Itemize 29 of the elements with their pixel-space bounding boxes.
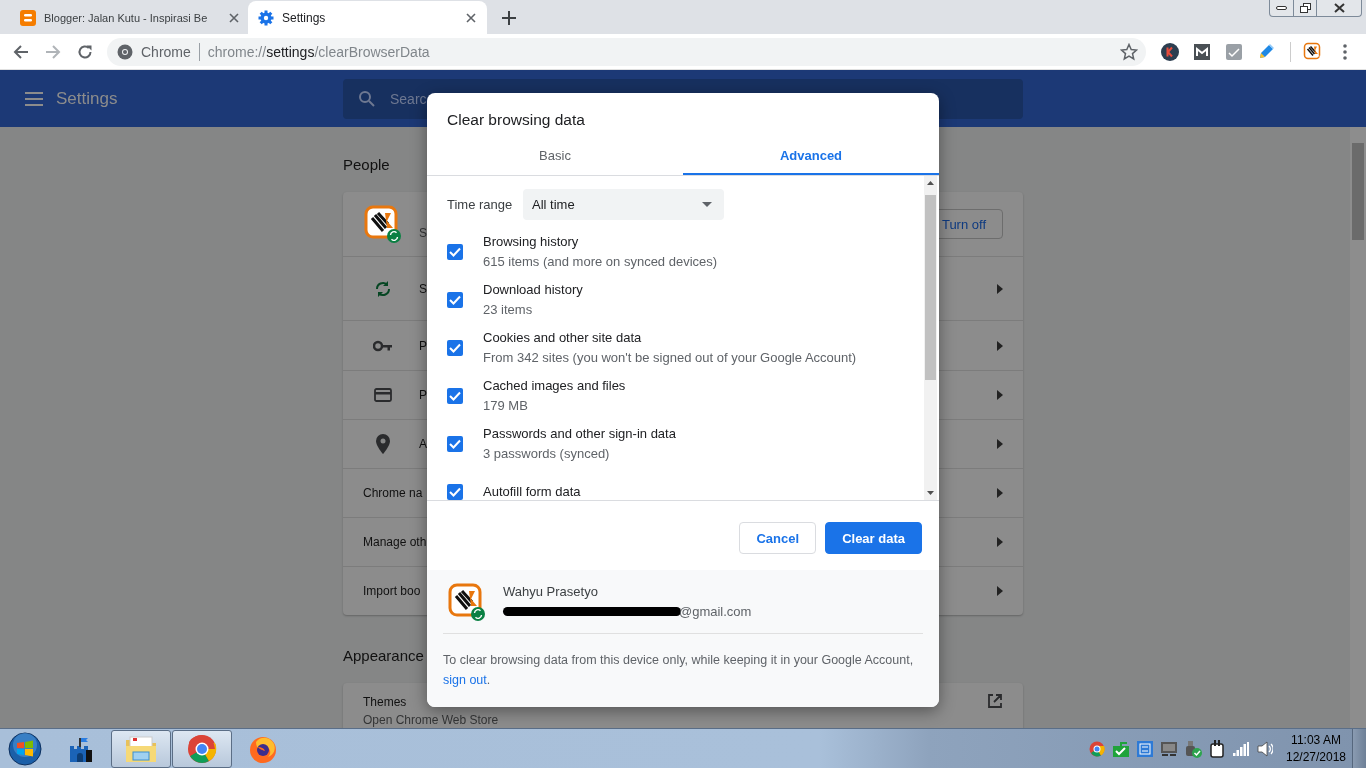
field-label: Time range — [447, 197, 514, 212]
setting-description: Open Chrome Web Store — [363, 712, 499, 728]
account-email: @gmail.com — [679, 602, 752, 621]
setting-label: Import boo — [363, 583, 421, 600]
option-description: 3 passwords (synced) — [483, 446, 611, 462]
setting-description: S — [419, 225, 427, 242]
option-label: Autofill form data — [483, 484, 581, 500]
setting-label: A — [419, 436, 427, 453]
setting-label: Manage oth — [363, 534, 427, 551]
sign-out-note: To clear browsing data from this device only, while keeping it in your Google Account, sign out. — [443, 652, 915, 689]
section-heading: People — [343, 155, 390, 175]
setting-label: P — [419, 337, 427, 355]
setting-label: Themes — [363, 694, 407, 711]
dialog-title: Clear browsing data — [446, 110, 586, 130]
account-name: Wahyu Prasetyo — [503, 582, 599, 601]
page-title: Settings — [56, 88, 118, 109]
setting-label: S — [419, 280, 427, 298]
option-description: 615 items (and more on synced devices) — [483, 254, 718, 270]
option-label: Passwords and other sign-in data — [483, 426, 676, 442]
setting-label: Chrome na — [363, 485, 423, 502]
option-description: 23 items — [483, 302, 534, 318]
option-label: Cached images and files — [483, 378, 626, 394]
option-label: Cookies and other site data — [483, 330, 643, 346]
option-description: 179 MB — [483, 398, 529, 414]
option-description: From 342 sites (you won't be signed out of your Google Account) — [483, 350, 857, 366]
section-heading: Appearance — [343, 646, 424, 666]
setting-label: P — [419, 387, 427, 404]
option-label: Download history — [483, 282, 583, 298]
option-label: Browsing history — [483, 234, 580, 250]
